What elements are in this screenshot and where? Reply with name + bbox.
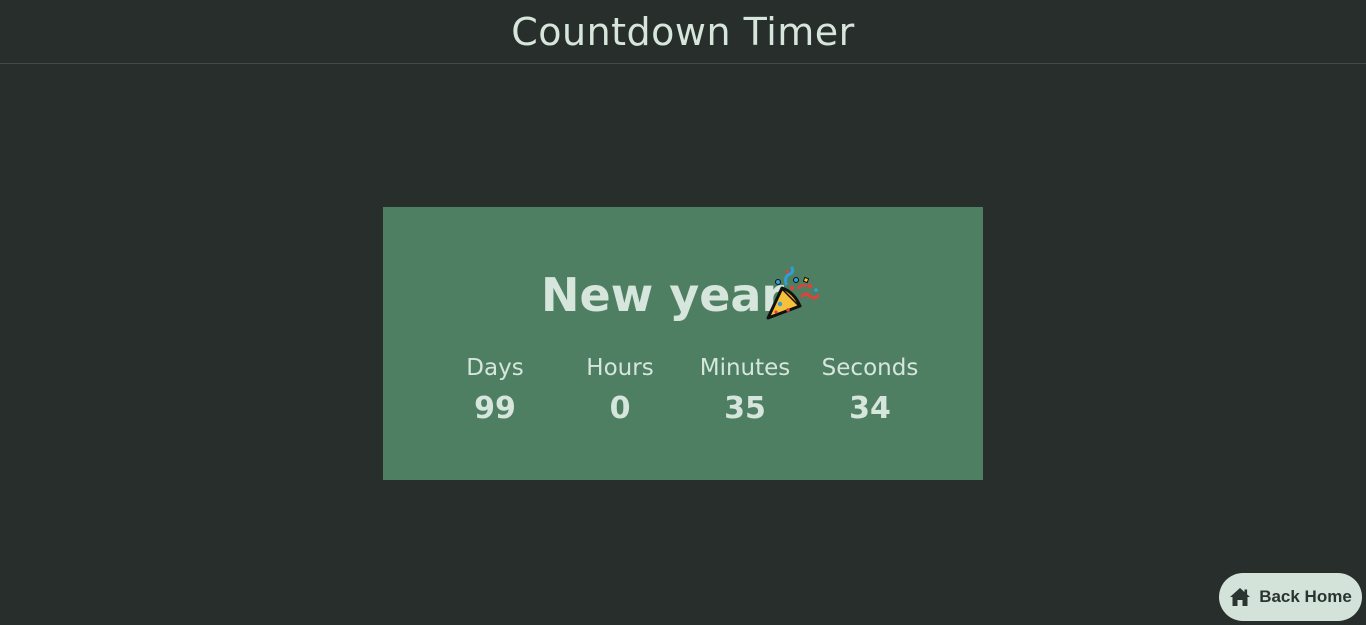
seconds-label: Seconds <box>821 355 919 381</box>
countdown-card <box>383 207 983 480</box>
hours-unit: Hours 0 <box>560 353 680 429</box>
hours-label: Hours <box>586 355 654 381</box>
seconds-value: 34 <box>849 391 891 426</box>
hours-value: 0 <box>609 391 631 426</box>
home-icon <box>1230 588 1251 606</box>
page-title: Countdown Timer <box>511 9 855 54</box>
back-home-label: Back Home <box>1259 587 1352 606</box>
minutes-label: Minutes <box>699 355 791 381</box>
days-value: 99 <box>474 391 516 426</box>
minutes-unit: Minutes 35 <box>685 353 805 429</box>
days-label: Days <box>466 355 524 381</box>
days-unit: Days 99 <box>435 353 555 429</box>
minutes-value: 35 <box>724 391 766 426</box>
event-title: New year <box>541 268 785 322</box>
back-home-button[interactable]: Back Home <box>1219 573 1362 621</box>
party-popper-icon <box>766 266 820 320</box>
seconds-unit: Seconds 34 <box>810 353 930 429</box>
header-bar: Countdown Timer <box>0 0 1366 64</box>
